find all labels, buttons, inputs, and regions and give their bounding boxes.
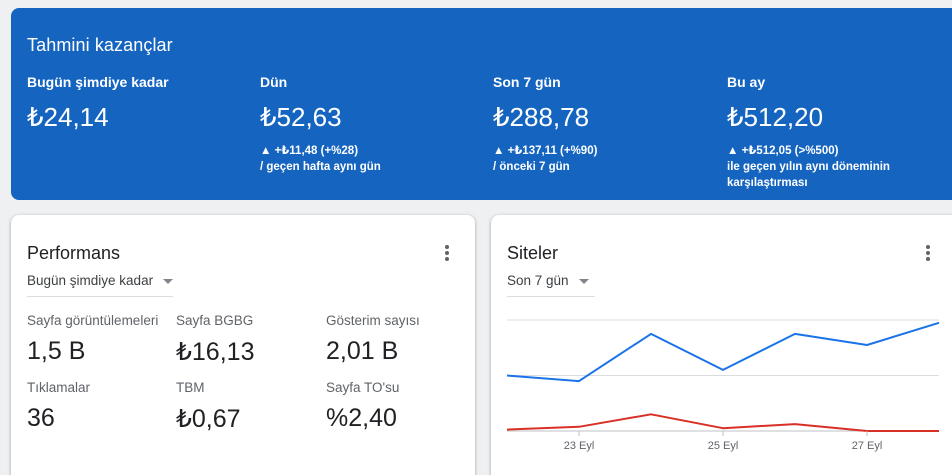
metric-this-month[interactable]: Bu ay ₺512,20 ▲ +₺512,05 (>%500) ile geç… (727, 74, 907, 191)
sites-card: Siteler Son 7 gün 23 Eyl 25 Eyl 27 Eyl (491, 215, 952, 475)
metric-change: ▲ +₺137,11 (+%90) (493, 145, 598, 157)
series-line-1 (506, 413, 939, 432)
metric-change: ▲ +₺512,05 (>%500) (727, 145, 839, 157)
stat-value: 2,01 B (326, 337, 399, 365)
stat-page-ctr[interactable]: Sayfa TO'su %2,40 (326, 380, 466, 433)
stat-clicks[interactable]: Tıklamalar 36 (27, 380, 167, 433)
estimated-earnings-panel: Tahmini kazançlar Bugün şimdiye kadar ₺2… (11, 8, 952, 200)
performance-title: Performans (27, 243, 121, 263)
metric-label: Bu ay (727, 74, 766, 90)
metric-yesterday[interactable]: Dün ₺52,63 ▲ +₺11,48 (+%28) / geçen haft… (260, 74, 480, 175)
stat-page-views[interactable]: Sayfa görüntülemeleri 1,5 B (27, 313, 165, 366)
dropdown-label: Bugün şimdiye kadar (27, 273, 154, 288)
caret-down-icon (163, 278, 174, 284)
stat-value: ₺16,13 (176, 338, 255, 366)
performance-card: Performans Bugün şimdiye kadar Sayfa gör… (11, 215, 475, 475)
metric-today[interactable]: Bugün şimdiye kadar ₺24,14 (27, 74, 247, 133)
x-tick-label-1: 25 Eyl (708, 440, 739, 452)
stat-value: ₺0,67 (176, 405, 241, 433)
metric-compare: ile geçen yılın aynı döneminin karşılaşt… (727, 161, 890, 189)
stat-cpc[interactable]: TBM ₺0,67 (176, 380, 316, 434)
metric-label: Dün (260, 74, 288, 90)
stat-value: 36 (27, 404, 55, 432)
stat-value: %2,40 (326, 404, 397, 432)
metric-label: Son 7 gün (493, 74, 561, 90)
stat-label: Sayfa görüntülemeleri (27, 313, 159, 328)
metric-value: ₺512,20 (727, 102, 824, 132)
metric-value: ₺24,14 (27, 102, 109, 132)
stat-label: Tıklamalar (27, 380, 91, 395)
earnings-title: Tahmini kazançlar (27, 35, 173, 55)
metric-value: ₺52,63 (260, 102, 342, 132)
stat-label: Sayfa TO'su (326, 380, 400, 395)
stat-label: Gösterim sayısı (326, 313, 420, 328)
sites-line-chart: 23 Eyl 25 Eyl 27 Eyl (506, 319, 940, 452)
metric-compare: / önceki 7 gün (493, 161, 570, 173)
metric-last-7-days[interactable]: Son 7 gün ₺288,78 ▲ +₺137,11 (+%90) / ön… (493, 74, 713, 175)
x-tick-label-2: 27 Eyl (852, 440, 883, 452)
metric-label: Bugün şimdiye kadar (27, 74, 169, 90)
stat-value: 1,5 B (27, 337, 86, 365)
x-tick-label-0: 23 Eyl (564, 440, 595, 452)
stat-label: Sayfa BGBG (176, 313, 254, 328)
series-line-0 (506, 321, 940, 383)
performance-period-dropdown[interactable]: Bugün şimdiye kadar (27, 273, 174, 297)
more-vert-icon[interactable] (437, 243, 457, 263)
metric-value: ₺288,78 (493, 102, 590, 132)
metric-compare: / geçen hafta aynı gün (260, 161, 381, 173)
stat-impressions[interactable]: Gösterim sayısı 2,01 B (326, 313, 466, 366)
stat-page-rpm[interactable]: Sayfa BGBG ₺16,13 (176, 313, 316, 367)
stat-label: TBM (176, 380, 205, 395)
metric-change: ▲ +₺11,48 (+%28) (260, 145, 359, 157)
